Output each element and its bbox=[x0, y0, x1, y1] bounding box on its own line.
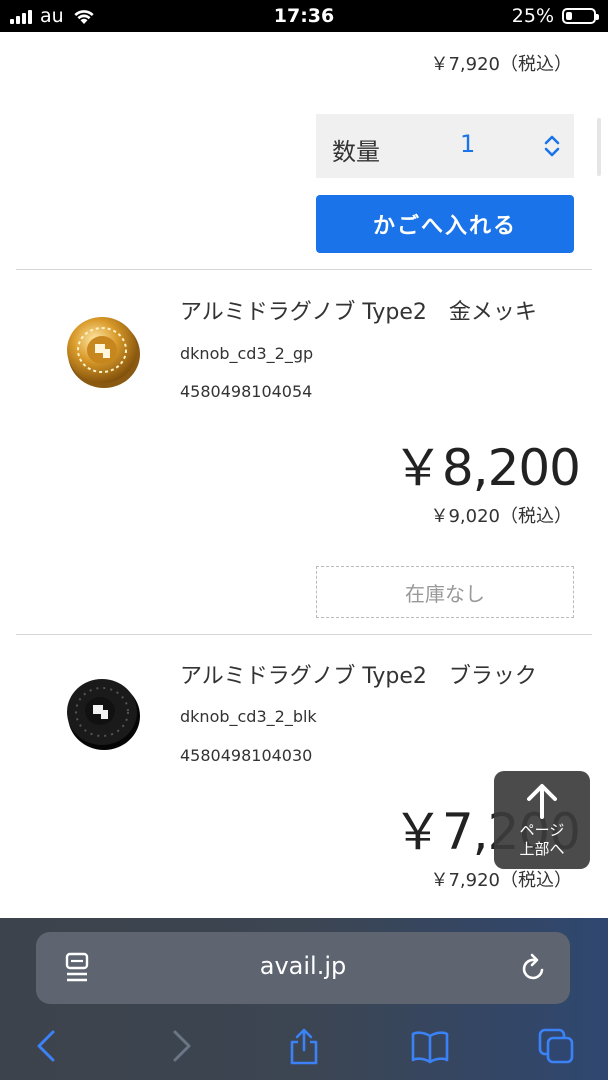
tabs-icon[interactable] bbox=[536, 1026, 576, 1066]
product-jan: 4580498104054 bbox=[180, 382, 313, 401]
share-icon[interactable] bbox=[284, 1026, 324, 1066]
page-top-button[interactable]: ページ 上部へ bbox=[494, 771, 590, 869]
status-bar: au 17:36 25% bbox=[0, 0, 608, 32]
battery-percent: 25% bbox=[511, 5, 554, 27]
quantity-label: 数量 bbox=[332, 138, 380, 166]
back-icon[interactable] bbox=[28, 1026, 68, 1066]
product-code: dknob_cd3_2_blk bbox=[180, 707, 317, 726]
tax-included-price: ￥7,920（税込） bbox=[430, 870, 572, 891]
select-chevrons-icon bbox=[544, 135, 560, 157]
bookmarks-icon[interactable] bbox=[410, 1026, 450, 1066]
tax-included-price: ￥7,920（税込） bbox=[430, 54, 572, 75]
product-price: ￥8,200 bbox=[392, 439, 581, 497]
battery-icon bbox=[562, 8, 599, 24]
page-top-label: ページ 上部へ bbox=[494, 821, 590, 859]
arrow-up-icon bbox=[527, 784, 557, 819]
page-top-label-line1: ページ bbox=[519, 821, 565, 839]
forward-icon[interactable] bbox=[160, 1026, 200, 1066]
divider bbox=[16, 269, 592, 270]
address-bar[interactable]: avail.jp bbox=[36, 932, 570, 1004]
product-jan: 4580498104030 bbox=[180, 746, 313, 765]
add-to-cart-button[interactable]: かごへ入れる bbox=[316, 195, 574, 253]
page-top-label-line2: 上部へ bbox=[519, 840, 565, 858]
page-content: ￥7,920（税込） 数量 1 かごへ入れる アルミドラグノブ Type2 金メ… bbox=[0, 32, 608, 920]
divider bbox=[16, 634, 592, 635]
gold-drag-knob-image[interactable] bbox=[64, 312, 142, 390]
quantity-value: 1 bbox=[460, 130, 476, 158]
product-code: dknob_cd3_2_gp bbox=[180, 344, 314, 363]
quantity-select[interactable]: 数量 1 bbox=[316, 114, 574, 178]
black-drag-knob-image[interactable] bbox=[64, 674, 142, 752]
product-name[interactable]: アルミドラグノブ Type2 金メッキ bbox=[180, 294, 537, 326]
tax-included-price: ￥9,020（税込） bbox=[430, 506, 572, 527]
product-name[interactable]: アルミドラグノブ Type2 ブラック bbox=[180, 658, 537, 690]
out-of-stock-label: 在庫なし bbox=[316, 566, 574, 618]
reload-icon[interactable] bbox=[520, 952, 548, 982]
scroll-indicator bbox=[597, 118, 601, 176]
browser-bottom-bar: avail.jp bbox=[0, 918, 608, 1080]
url-text[interactable]: avail.jp bbox=[36, 952, 570, 980]
